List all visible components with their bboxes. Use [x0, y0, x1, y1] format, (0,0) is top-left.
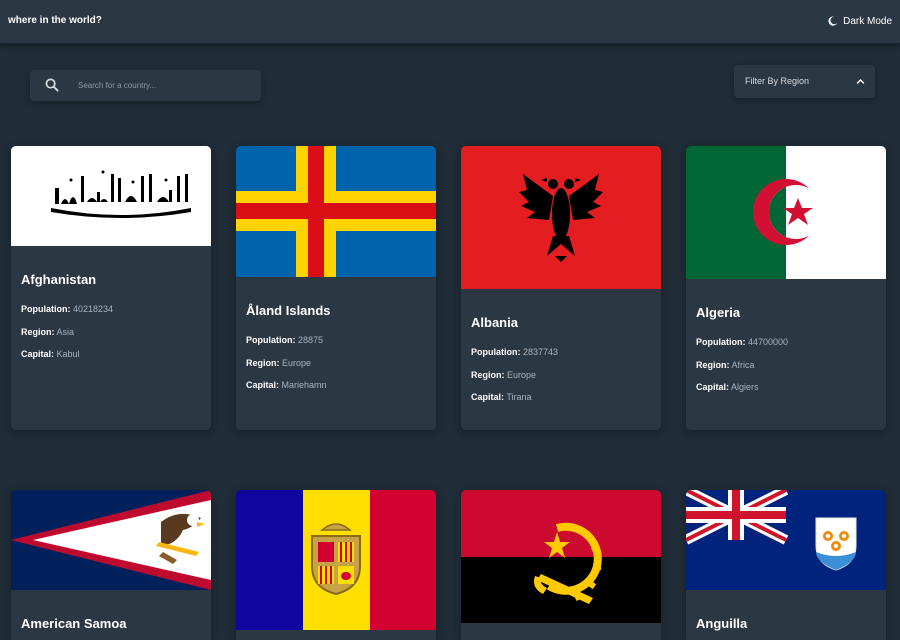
country-name: Albania: [471, 315, 518, 330]
region-filter-dropdown[interactable]: Filter By Region: [734, 65, 875, 98]
population-stat: Population: 44700000: [696, 337, 788, 347]
country-name: Afghanistan: [21, 272, 97, 287]
country-card-anguilla[interactable]: Anguilla: [686, 490, 886, 640]
population-stat: Population: 40218234: [21, 304, 113, 314]
population-stat: Population: 28875: [246, 335, 323, 345]
region-value: Africa: [731, 360, 755, 370]
population-stat: Population: 2837743: [471, 347, 558, 357]
region-label: Region:: [696, 360, 730, 370]
country-card-angola[interactable]: [461, 490, 661, 640]
capital-value: Tirana: [506, 392, 532, 402]
capital-label: Capital:: [246, 380, 280, 390]
flag-albania: [461, 146, 661, 289]
flag-american-samoa: [11, 490, 211, 590]
flag-aland-islands: [236, 146, 436, 277]
capital-value: Kabul: [56, 349, 80, 359]
region-value: Asia: [56, 327, 75, 337]
country-card-algeria[interactable]: Algeria Population: 44700000 Region: Afr…: [686, 146, 886, 430]
country-card-aland-islands[interactable]: Åland Islands Population: 28875 Region: …: [236, 146, 436, 430]
moon-icon: [828, 16, 838, 26]
region-stat: Region: Africa: [696, 360, 755, 370]
region-filter-label: Filter By Region: [745, 76, 810, 86]
population-label: Population:: [246, 335, 296, 345]
population-value: 44700000: [748, 337, 789, 347]
chevron-up-icon: [856, 79, 865, 84]
region-value: Europe: [282, 358, 312, 368]
population-value: 40218234: [73, 304, 114, 314]
search-box[interactable]: [30, 70, 261, 101]
country-card-albania[interactable]: Albania Population: 2837743 Region: Euro…: [461, 146, 661, 430]
population-value: 2837743: [523, 347, 559, 357]
country-name: Algeria: [696, 305, 741, 320]
country-name: Åland Islands: [246, 303, 331, 318]
site-title: where in the world?: [8, 15, 102, 26]
region-label: Region:: [246, 358, 280, 368]
population-value: 28875: [298, 335, 324, 345]
top-header: where in the world? Dark Mode: [0, 0, 900, 44]
flag-anguilla: [686, 490, 886, 590]
country-card-american-samoa[interactable]: American Samoa: [11, 490, 211, 640]
region-value: Europe: [507, 370, 537, 380]
flag-andorra: [236, 490, 436, 630]
country-name: American Samoa: [21, 616, 127, 631]
search-input[interactable]: [78, 70, 253, 101]
capital-stat: Capital: Mariehamn: [246, 380, 327, 390]
capital-label: Capital:: [471, 392, 505, 402]
flag-afghanistan: [11, 146, 211, 246]
region-stat: Region: Asia: [21, 327, 74, 337]
population-label: Population:: [696, 337, 746, 347]
flag-angola: [461, 490, 661, 623]
country-card-andorra[interactable]: [236, 490, 436, 640]
dark-mode-toggle[interactable]: Dark Mode: [828, 13, 892, 29]
region-label: Region:: [471, 370, 505, 380]
region-stat: Region: Europe: [471, 370, 536, 380]
flag-algeria: [686, 146, 886, 279]
population-label: Population:: [21, 304, 71, 314]
country-name: Anguilla: [696, 616, 748, 631]
capital-label: Capital:: [696, 382, 730, 392]
capital-stat: Capital: Algiers: [696, 382, 759, 392]
capital-stat: Capital: Kabul: [21, 349, 80, 359]
capital-value: Mariehamn: [281, 380, 327, 390]
capital-value: Algiers: [731, 382, 759, 392]
region-label: Region:: [21, 327, 55, 337]
country-card-afghanistan[interactable]: Afghanistan Population: 40218234 Region:…: [11, 146, 211, 430]
population-label: Population:: [471, 347, 521, 357]
region-stat: Region: Europe: [246, 358, 311, 368]
capital-stat: Capital: Tirana: [471, 392, 532, 402]
search-icon: [45, 78, 59, 92]
capital-label: Capital:: [21, 349, 55, 359]
dark-mode-label: Dark Mode: [843, 15, 892, 27]
